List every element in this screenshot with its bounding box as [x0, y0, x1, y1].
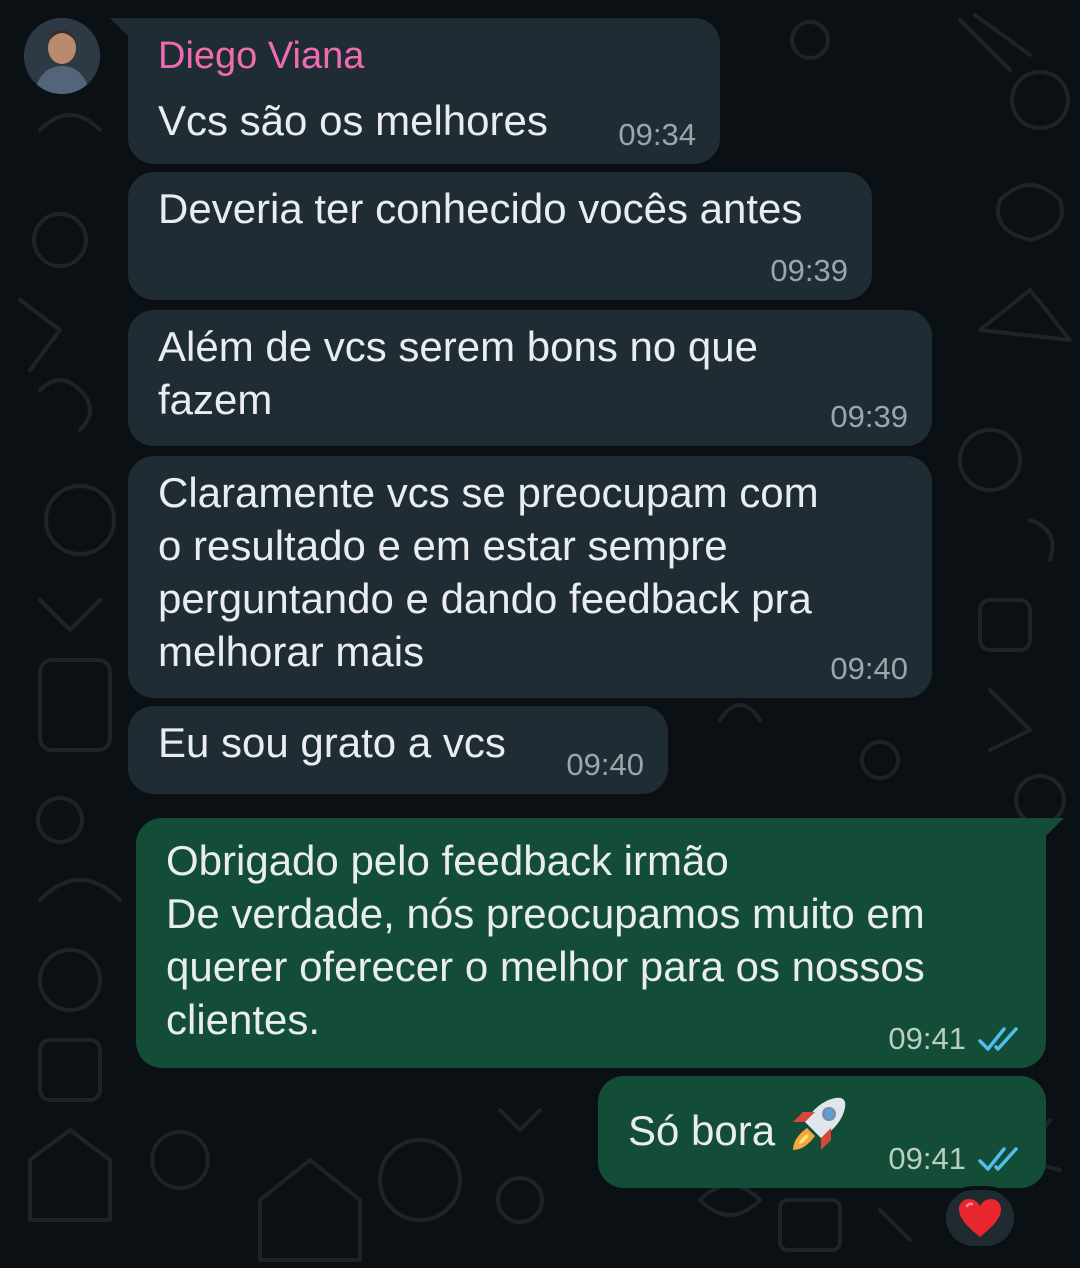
incoming-message[interactable]: Claramente vcs se preocupam com o result… — [128, 456, 932, 698]
message-time: 09:40 — [830, 651, 908, 686]
double-check-read-icon — [978, 1027, 1018, 1051]
message-text: Vcs são os melhores — [158, 97, 548, 144]
message-text: Deveria ter conhecido vocês antes — [158, 185, 803, 232]
heart-icon — [959, 1199, 1001, 1237]
sender-name[interactable]: Diego Viana — [158, 34, 696, 78]
message-text: Além de vcs serem bons no que fazem — [158, 323, 758, 423]
outgoing-message[interactable]: Só bora 09:41 — [598, 1076, 1046, 1188]
message-text-content: Só bora — [628, 1106, 776, 1154]
message-time: 09:41 — [888, 1021, 966, 1056]
avatar-photo-icon — [24, 18, 100, 94]
message-meta: 09:41 — [888, 1022, 1022, 1056]
message-reaction[interactable] — [942, 1186, 1018, 1250]
chat-thread: Diego Viana Vcs são os melhores 09:34 De… — [0, 0, 1080, 1268]
bubble-tail — [1040, 818, 1064, 842]
contact-avatar[interactable] — [24, 18, 100, 94]
incoming-message[interactable]: Eu sou grato a vcs 09:40 — [128, 706, 668, 794]
message-meta: 09:41 — [888, 1142, 1022, 1176]
outgoing-message[interactable]: Obrigado pelo feedback irmão De verdade,… — [136, 818, 1064, 1068]
message-time: 09:40 — [566, 747, 644, 782]
message-time: 09:39 — [830, 399, 908, 434]
bubble-tail — [110, 18, 134, 42]
message-time: 09:34 — [618, 117, 696, 152]
message-text: Obrigado pelo feedback irmão De verdade,… — [166, 837, 925, 1043]
incoming-message[interactable]: Deveria ter conhecido vocês antes 09:39 — [128, 172, 872, 300]
incoming-message[interactable]: Além de vcs serem bons no que fazem 09:3… — [128, 310, 932, 446]
rocket-icon — [793, 1097, 846, 1150]
message-time: 09:41 — [888, 1141, 966, 1176]
message-time: 09:39 — [770, 253, 848, 288]
message-text: Claramente vcs se preocupam com o result… — [158, 469, 819, 675]
incoming-message[interactable]: Diego Viana Vcs são os melhores 09:34 — [110, 18, 720, 164]
double-check-read-icon — [978, 1147, 1018, 1171]
